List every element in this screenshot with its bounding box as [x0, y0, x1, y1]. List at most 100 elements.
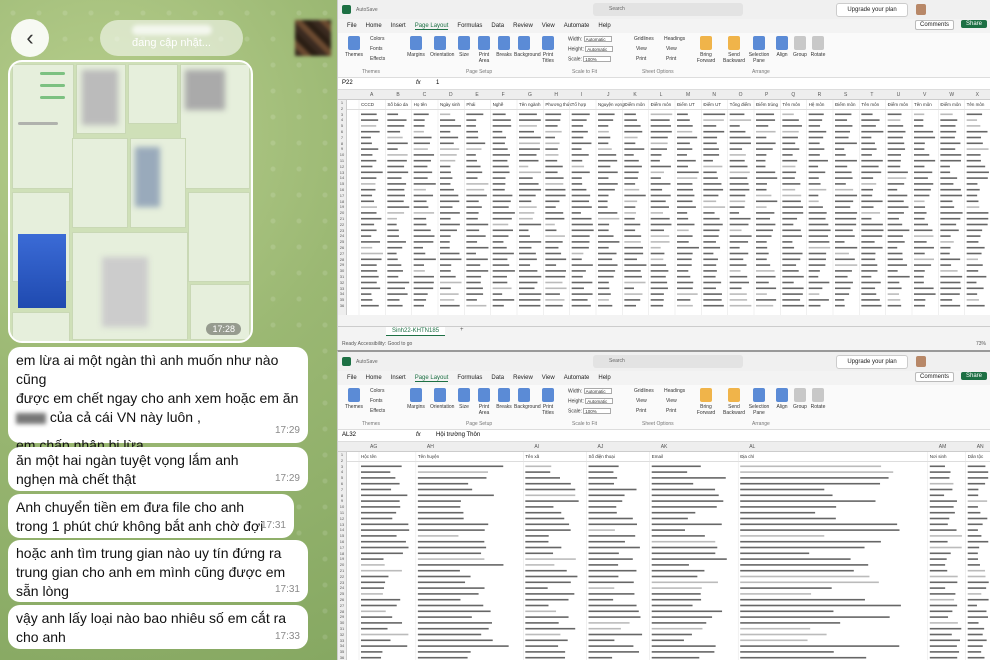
avatar[interactable] — [916, 4, 926, 15]
row-number[interactable]: 36 — [338, 655, 346, 660]
tab-review[interactable]: Review — [513, 375, 533, 381]
tab-automate[interactable]: Automate — [564, 23, 590, 29]
effects-button[interactable]: Effects — [370, 408, 385, 414]
column-letter[interactable]: Q — [791, 92, 795, 98]
tab-home[interactable]: Home — [366, 23, 382, 29]
group-button[interactable]: Group — [790, 388, 810, 410]
effects-button[interactable]: Effects — [370, 56, 385, 62]
themes-button[interactable]: Themes — [344, 388, 364, 410]
row-number[interactable]: 36 — [338, 303, 346, 309]
tab-view[interactable]: View — [542, 375, 555, 381]
column-letter[interactable]: W — [949, 92, 954, 98]
gridlines-print-checkbox[interactable]: Print — [636, 56, 646, 62]
tab-formulas[interactable]: Formulas — [457, 23, 482, 29]
width-select[interactable]: Automatic — [583, 36, 612, 42]
column-letter[interactable]: E — [475, 92, 478, 98]
send-backward-button[interactable]: Send Backward — [722, 388, 746, 416]
column-letter[interactable]: P — [765, 92, 768, 98]
column-letter[interactable]: D — [449, 92, 453, 98]
contact-header[interactable]: đang cập nhật... — [100, 20, 243, 56]
align-button[interactable]: Align — [772, 388, 792, 410]
scale-input[interactable]: 100% — [583, 408, 612, 414]
message-bubble[interactable]: em lừa ai một ngàn thì anh muốn như nào … — [8, 347, 308, 453]
column-letter[interactable]: AH — [427, 444, 434, 450]
print-area-button[interactable]: Print Area — [474, 36, 494, 64]
tab-help[interactable]: Help — [598, 375, 610, 381]
bring-forward-button[interactable]: Bring Forward — [694, 388, 718, 416]
zoom-level[interactable]: 73% — [976, 341, 986, 347]
column-letter[interactable]: R — [818, 92, 822, 98]
formula-value[interactable]: 1 — [436, 80, 439, 86]
selection-pane-button[interactable]: Selection Pane — [748, 388, 770, 416]
fx-icon[interactable]: fx — [416, 80, 421, 86]
column-letter[interactable]: N — [712, 92, 716, 98]
themes-button[interactable]: Themes — [344, 36, 364, 58]
comments-button[interactable]: Comments — [914, 372, 954, 382]
fonts-button[interactable]: Fonts — [370, 46, 383, 52]
column-letter[interactable]: AG — [370, 444, 377, 450]
column-letter[interactable]: S — [844, 92, 847, 98]
margins-button[interactable]: Margins — [406, 36, 426, 58]
spreadsheet-grid[interactable]: 1 2 3 4 5 6 7 8 9 10 11 12 13 14 15 16 17 18 19 20 21 22 23 24 2… — [338, 452, 990, 660]
bring-forward-button[interactable]: Bring Forward — [694, 36, 718, 64]
upgrade-button[interactable]: Upgrade your plan — [836, 3, 908, 17]
colors-button[interactable]: Colors — [370, 36, 384, 42]
scale-input[interactable]: 100% — [583, 56, 612, 62]
rotate-button[interactable]: Rotate — [808, 388, 828, 410]
size-button[interactable]: Size — [454, 388, 474, 410]
tab-insert[interactable]: Insert — [391, 375, 406, 381]
name-box[interactable]: P22 — [342, 80, 353, 86]
tab-view[interactable]: View — [542, 23, 555, 29]
orientation-button[interactable]: Orientation — [430, 388, 454, 410]
column-letter[interactable]: K — [633, 92, 636, 98]
headings-view-checkbox[interactable]: View — [666, 398, 677, 404]
message-bubble[interactable]: Anh chuyển tiền em đưa file cho anh tron… — [8, 494, 294, 553]
autosave-toggle[interactable]: AutoSave — [356, 7, 378, 13]
avatar[interactable] — [916, 356, 926, 367]
gridlines-view-checkbox[interactable]: View — [636, 46, 647, 52]
column-letter[interactable]: B — [396, 92, 399, 98]
add-sheet-button[interactable]: + — [460, 327, 464, 333]
image-message[interactable]: 17:28 — [8, 60, 253, 343]
message-bubble[interactable]: hoặc anh tìm trung gian nào uy tín đứng … — [8, 540, 308, 602]
send-backward-button[interactable]: Send Backward — [722, 36, 746, 64]
column-letter[interactable]: C — [423, 92, 427, 98]
column-letter[interactable]: AM — [939, 444, 947, 450]
width-control[interactable]: Width: Automatic — [568, 36, 612, 42]
orientation-button[interactable]: Orientation — [430, 36, 454, 58]
column-letter[interactable]: X — [976, 92, 979, 98]
tab-insert[interactable]: Insert — [391, 23, 406, 29]
print-titles-button[interactable]: Print Titles — [538, 388, 558, 416]
size-button[interactable]: Size — [454, 36, 474, 58]
tab-review[interactable]: Review — [513, 23, 533, 29]
column-letter[interactable]: G — [528, 92, 532, 98]
message-bubble[interactable]: vậy anh lấy loại nào bao nhiêu số em cắt… — [8, 605, 308, 649]
height-select[interactable]: Automatic — [585, 398, 614, 404]
column-letter[interactable]: L — [660, 92, 663, 98]
column-letter[interactable]: A — [370, 92, 373, 98]
column-letter[interactable]: AI — [534, 444, 539, 450]
search-input[interactable]: Search — [593, 3, 743, 16]
comments-button[interactable]: Comments — [914, 20, 954, 30]
margins-button[interactable]: Margins — [406, 388, 426, 410]
print-titles-button[interactable]: Print Titles — [538, 36, 558, 64]
column-letter[interactable]: O — [739, 92, 743, 98]
column-letter[interactable]: AJ — [598, 444, 604, 450]
column-letter[interactable]: T — [870, 92, 873, 98]
group-button[interactable]: Group — [790, 36, 810, 58]
tab-home[interactable]: Home — [366, 375, 382, 381]
tab-help[interactable]: Help — [598, 23, 610, 29]
selection-pane-button[interactable]: Selection Pane — [748, 36, 770, 64]
tab-page-layout[interactable]: Page Layout — [414, 23, 449, 30]
formula-bar[interactable]: P22 fx 1 — [338, 78, 990, 90]
column-letter[interactable]: AL — [749, 444, 755, 450]
column-letter[interactable]: H — [554, 92, 558, 98]
headings-view-checkbox[interactable]: View — [666, 46, 677, 52]
height-control[interactable]: Height: Automatic — [568, 46, 614, 52]
tab-automate[interactable]: Automate — [564, 375, 590, 381]
upgrade-button[interactable]: Upgrade your plan — [836, 355, 908, 369]
accessibility-status[interactable]: Accessibility: Good to go — [358, 341, 413, 347]
height-control[interactable]: Height: Automatic — [568, 398, 614, 404]
share-button[interactable]: Share — [960, 20, 987, 28]
column-letter[interactable]: I — [581, 92, 582, 98]
